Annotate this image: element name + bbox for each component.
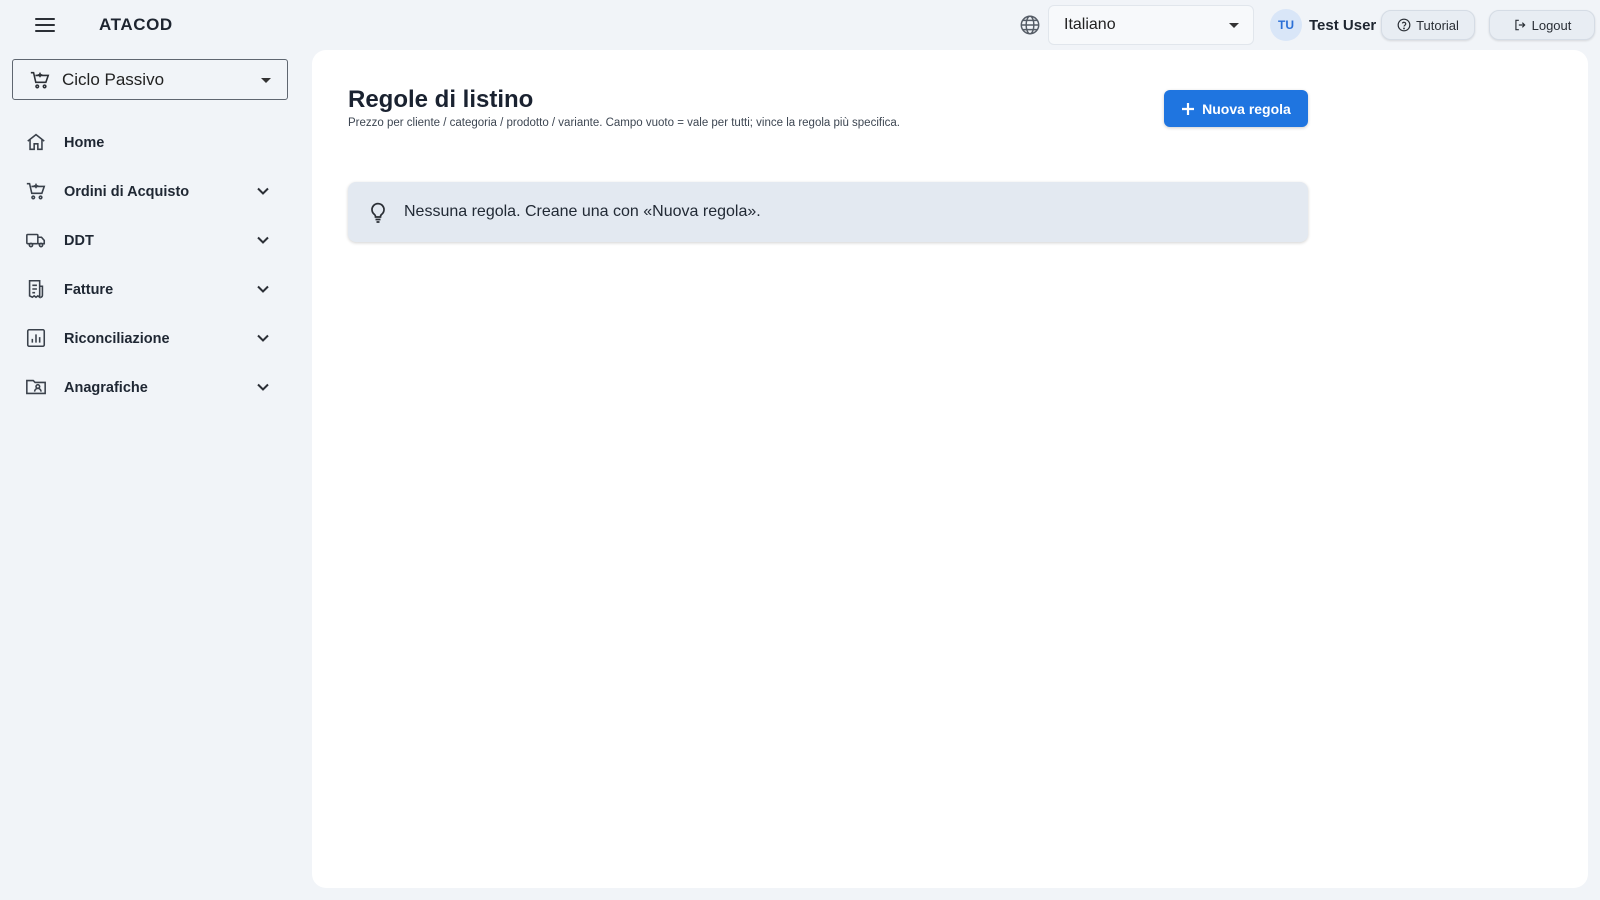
sidebar-item-label: DDT [64, 232, 94, 249]
plus-icon [1182, 102, 1195, 115]
empty-state-alert: Nessuna regola. Creane una con «Nuova re… [348, 182, 1308, 242]
chevron-down-icon [257, 334, 269, 342]
truck-icon [26, 233, 46, 248]
logout-icon [1514, 19, 1526, 31]
empty-state-message: Nessuna regola. Creane una con «Nuova re… [404, 203, 761, 220]
module-select-value: Ciclo Passivo [62, 69, 165, 89]
sidebar-item-home[interactable]: Home [0, 118, 300, 167]
sidebar-item-label: Home [64, 134, 105, 151]
sidebar-item-label: Anagrafiche [64, 379, 148, 396]
sidebar-item-ordini-di-acquisto[interactable]: Ordini di Acquisto [0, 167, 300, 216]
user-name: Test User [1309, 17, 1377, 34]
page-subtitle: Prezzo per cliente / categoria / prodott… [348, 117, 900, 129]
cart-icon [26, 182, 46, 200]
language-select[interactable]: Italiano [1048, 5, 1254, 45]
lightbulb-icon [371, 202, 385, 223]
main-panel: Regole di listino Prezzo per cliente / c… [312, 50, 1588, 888]
sidebar-item-label: Fatture [64, 281, 114, 298]
chevron-down-icon [257, 236, 269, 244]
sidebar-nav: Home Ordini di Acquisto DDT Fatture Rico… [0, 118, 300, 412]
module-select[interactable]: Ciclo Passivo [12, 59, 288, 100]
chevron-down-icon [257, 187, 269, 195]
app-brand: ATACOD [99, 15, 173, 34]
contact-folder-icon [26, 379, 46, 395]
avatar[interactable]: TU [1270, 9, 1302, 41]
chart-icon [26, 328, 46, 348]
new-rule-button[interactable]: Nuova regola [1164, 90, 1308, 127]
help-circle-icon [1397, 18, 1411, 32]
menu-icon[interactable] [32, 12, 58, 38]
sidebar-item-ddt[interactable]: DDT [0, 216, 300, 265]
tutorial-button[interactable]: Tutorial [1381, 10, 1475, 40]
page-title: Regole di listino [348, 86, 534, 113]
cart-icon [30, 71, 50, 88]
tutorial-label: Tutorial [1416, 17, 1459, 33]
logout-label: Logout [1531, 17, 1572, 33]
home-icon [27, 133, 45, 151]
chevron-down-icon [257, 383, 269, 391]
caret-down-icon [261, 78, 271, 83]
chevron-down-icon [257, 285, 269, 293]
caret-down-icon [1229, 23, 1239, 28]
sidebar-item-label: Riconciliazione [64, 330, 170, 347]
sidebar-item-fatture[interactable]: Fatture [0, 265, 300, 314]
globe-icon [1020, 15, 1040, 35]
language-select-value: Italiano [1064, 16, 1116, 33]
top-bar: ATACOD Italiano TU Test User Tutorial Lo… [0, 0, 1600, 50]
sidebar-item-label: Ordini di Acquisto [64, 183, 190, 200]
sidebar-item-riconciliazione[interactable]: Riconciliazione [0, 314, 300, 363]
new-rule-label: Nuova regola [1202, 100, 1291, 117]
receipt-icon [28, 279, 44, 299]
sidebar-item-anagrafiche[interactable]: Anagrafiche [0, 363, 300, 412]
logout-button[interactable]: Logout [1489, 10, 1595, 40]
